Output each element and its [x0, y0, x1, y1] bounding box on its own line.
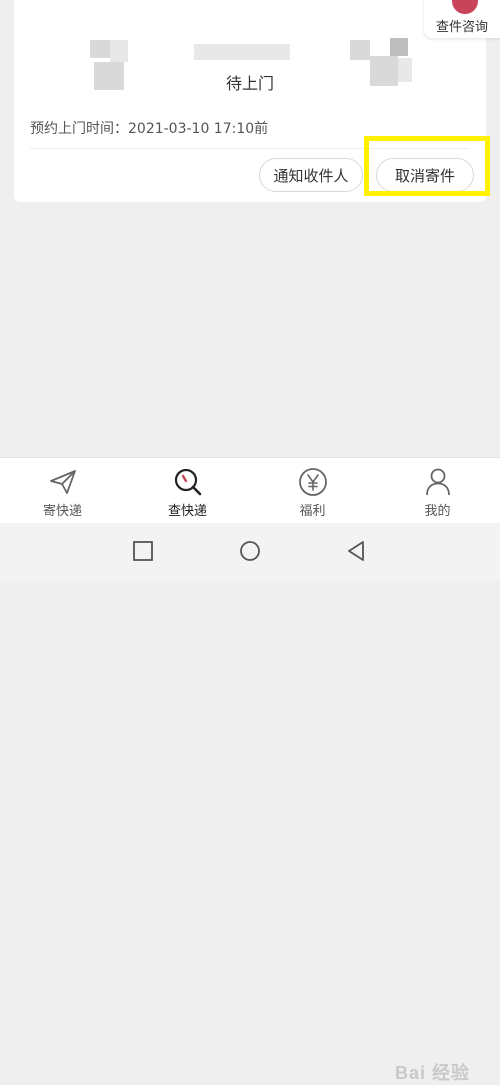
cancel-shipment-button[interactable]: 取消寄件: [376, 158, 474, 192]
mosaic-blur: [194, 44, 290, 60]
tab-benefits[interactable]: 福利: [250, 458, 375, 524]
consult-label: 查件咨询: [435, 20, 488, 35]
tab-label: 寄快递: [42, 504, 82, 519]
person-icon: [425, 468, 450, 496]
avatar: [450, 0, 480, 16]
watermark: Bai 经验: [394, 1063, 470, 1083]
bottom-tab-bar: 寄快递 查快递 福利 我的: [0, 457, 500, 524]
mosaic-blur: [110, 40, 128, 62]
order-card[interactable]: 待上门 预约上门时间：2021-03-10 17:10前 通知收件人 取消寄件: [14, 0, 486, 202]
mosaic-blur: [390, 38, 408, 56]
tab-mine[interactable]: 我的: [375, 458, 500, 524]
divider: [30, 148, 470, 149]
system-nav-bar: Bai 经验: [0, 523, 500, 1083]
consult-button[interactable]: 查件咨询: [424, 0, 500, 38]
notify-recipient-button[interactable]: 通知收件人: [259, 158, 363, 192]
tab-label: 我的: [424, 504, 451, 519]
back-icon[interactable]: [345, 540, 367, 562]
recent-apps-icon[interactable]: [132, 540, 154, 562]
appointment-time: 预约上门时间：2021-03-10 17:10前: [30, 121, 269, 137]
order-status: 待上门: [225, 74, 274, 93]
tab-label: 福利: [299, 504, 326, 519]
home-icon[interactable]: [239, 540, 261, 562]
tab-label: 查快递: [167, 504, 207, 519]
yen-coin-icon: [298, 468, 327, 496]
paper-plane-icon: [49, 470, 76, 494]
magnifier-icon: [174, 468, 201, 496]
mosaic-blur: [90, 40, 110, 58]
mosaic-blur: [350, 40, 370, 60]
tab-send[interactable]: 寄快递: [0, 458, 125, 524]
tab-track[interactable]: 查快递: [125, 458, 250, 524]
